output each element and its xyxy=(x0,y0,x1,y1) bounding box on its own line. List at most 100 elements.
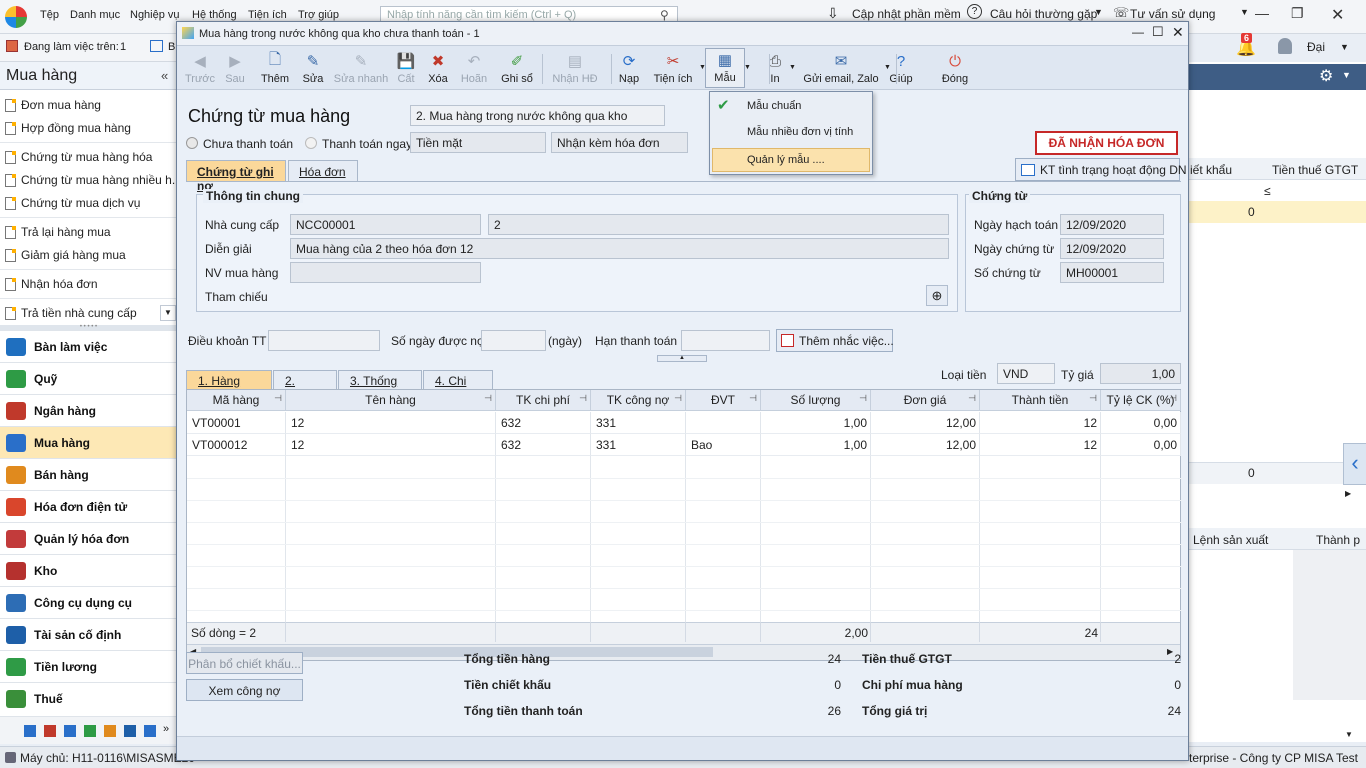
tab-costs[interactable]: 4. Chi phí xyxy=(423,370,493,402)
allocate-discount-button[interactable]: Phân bổ chiết khấu... xyxy=(186,652,303,674)
grid-cell[interactable]: 0,00 xyxy=(1101,412,1181,434)
search-icon[interactable]: ⚲ xyxy=(660,8,669,22)
chevron-down-icon[interactable]: ▼ xyxy=(1240,7,1249,17)
toolbar-button-delete[interactable]: ✖ Xóa xyxy=(421,48,455,88)
sidebar-link-pay-supplier[interactable]: Trả tiền nhà cung cấp xyxy=(5,306,137,320)
sidebar-link-return[interactable]: Trả lại hàng mua xyxy=(5,225,111,239)
payment-method-select[interactable]: Tiền mặt xyxy=(410,132,546,153)
shortcut-icon[interactable] xyxy=(104,725,116,737)
tab-goods-money[interactable]: 1. Hàng tiền xyxy=(186,370,272,402)
sidebar-module-item[interactable]: Bàn làm việc xyxy=(0,330,177,362)
user-avatar[interactable] xyxy=(1278,38,1292,54)
grid-column-header[interactable]: Tên hàng ⊣ xyxy=(286,390,496,411)
toolbar-button-post[interactable]: ✐ Ghi sổ xyxy=(497,48,537,88)
grid-cell[interactable]: 632 xyxy=(496,412,591,434)
toolbar-button-send[interactable]: ✉ Gửi email, Zalo xyxy=(799,48,883,88)
grid-column-header[interactable]: Đơn giá ⊣ xyxy=(871,390,980,411)
column-pin-icon[interactable]: ⊣ xyxy=(484,393,492,404)
column-pin-icon[interactable]: ⊣ xyxy=(968,393,976,404)
menu-file[interactable]: Tệp xyxy=(40,9,59,21)
sidebar-module-item[interactable]: Hóa đơn điện tử xyxy=(0,490,177,522)
shortcut-icon[interactable] xyxy=(124,725,136,737)
sidebar-module-item[interactable]: Tài sản cố định xyxy=(0,618,177,650)
faq-link[interactable]: Câu hỏi thường gặp xyxy=(990,7,1097,21)
consult-link[interactable]: Tư vấn sử dụng xyxy=(1130,7,1215,21)
grid-column-header[interactable]: Mã hàng ⊣ xyxy=(187,390,286,411)
toolbar-button-tools[interactable]: ✂ Tiện ích xyxy=(647,48,699,88)
grid-cell[interactable]: 331 xyxy=(591,434,686,456)
supplier-name-field[interactable]: 2 xyxy=(488,214,949,235)
column-pin-icon[interactable]: ⊣ xyxy=(1089,393,1097,404)
menu-item-multi-unit-template[interactable]: Mẫu nhiều đơn vị tính xyxy=(747,126,853,138)
sidebar-link-contract[interactable]: Hợp đồng mua hàng xyxy=(5,121,131,135)
buyer-field[interactable] xyxy=(290,262,481,283)
menu-operations[interactable]: Nghiệp vụ xyxy=(130,9,180,21)
tab-tax[interactable]: 2. Thuế xyxy=(273,370,337,402)
menu-item-manage-templates[interactable]: Quản lý mẫu .... xyxy=(712,148,870,172)
user-name[interactable]: Đại xyxy=(1307,40,1325,54)
toolbar-button-receive-invoice[interactable]: ▤ Nhận HĐ xyxy=(545,48,605,88)
close-icon[interactable]: ✕ xyxy=(1331,5,1344,25)
shortcut-icon[interactable] xyxy=(24,725,36,737)
toolbar-button-template[interactable]: ▦ Mẫu xyxy=(705,48,745,88)
update-icon[interactable]: ⇩ xyxy=(827,5,839,22)
description-field[interactable]: Mua hàng của 2 theo hóa đơn 12 xyxy=(290,238,949,259)
posting-date-field[interactable]: 12/09/2020 xyxy=(1060,214,1164,235)
chevron-down-icon[interactable]: ▼ xyxy=(1340,42,1349,52)
toolbar-button-edit-doc[interactable]: ✎ Sửa xyxy=(295,48,331,88)
column-pin-icon[interactable]: ⊣ xyxy=(579,393,587,404)
bg-scroll-right-icon[interactable]: ▶ xyxy=(1345,489,1351,498)
minimize-icon[interactable]: — xyxy=(1132,25,1144,39)
terms-field[interactable] xyxy=(268,330,380,351)
voucher-no-field[interactable]: MH00001 xyxy=(1060,262,1164,283)
credit-days-field[interactable] xyxy=(481,330,546,351)
toolbar-button-refresh[interactable]: ⟳ Nạp xyxy=(615,48,643,88)
grid-cell[interactable]: Bao xyxy=(686,434,761,456)
sidebar-module-item[interactable]: Mua hàng xyxy=(0,426,177,458)
shortcut-icon[interactable] xyxy=(144,725,156,737)
gear-icon[interactable]: ⚙ xyxy=(1319,66,1333,86)
more-icon[interactable]: » xyxy=(163,723,169,735)
sidebar-module-item[interactable]: Quỹ xyxy=(0,362,177,394)
tab-debit-voucher[interactable]: Chứng từ ghi nợ xyxy=(186,160,286,193)
bg-scroll-down-icon[interactable]: ▼ xyxy=(1345,730,1353,739)
grid-column-header[interactable]: Tỷ lệ CK (%) ⊣ xyxy=(1101,390,1181,411)
toolbar-button-power[interactable]: ⏻ Đóng xyxy=(937,48,973,88)
bg-filter-op[interactable]: ≤ xyxy=(1264,184,1271,198)
dropdown-arrow-icon[interactable]: ▼ xyxy=(789,64,796,71)
grid-cell[interactable]: 12 xyxy=(286,412,496,434)
toolbar-button-arrow-right[interactable]: ▶ Sau xyxy=(217,48,253,88)
menu-item-standard-template[interactable]: Mẫu chuẩn xyxy=(747,100,801,112)
sidebar-link-purchase-order[interactable]: Đơn mua hàng xyxy=(5,98,101,112)
grid-column-header[interactable]: TK công nợ ⊣ xyxy=(591,390,686,411)
sidebar-link-discount[interactable]: Giảm giá hàng mua xyxy=(5,248,126,262)
toolbar-button-add-doc[interactable]: 🗋 Thêm xyxy=(255,48,295,88)
grid-column-header[interactable]: Số lượng ⊣ xyxy=(761,390,871,411)
close-icon[interactable]: ✕ xyxy=(1172,24,1184,41)
sidebar-module-item[interactable]: Thuế xyxy=(0,682,177,714)
chevron-down-icon[interactable]: ▼ xyxy=(1094,7,1103,17)
sidebar-link-goods-voucher[interactable]: Chứng từ mua hàng hóa xyxy=(5,150,152,164)
shortcut-icon[interactable] xyxy=(64,725,76,737)
check-status-button[interactable]: KT tình trạng hoạt động DN xyxy=(1015,158,1187,181)
view-ledger-button[interactable]: Xem công nợ xyxy=(186,679,303,701)
restore-icon[interactable]: ❐ xyxy=(1291,5,1304,22)
menu-utilities[interactable]: Tiện ích xyxy=(248,9,287,21)
grid-column-header[interactable]: Thành tiền ⊣ xyxy=(980,390,1101,411)
grid-cell[interactable]: VT000012 xyxy=(187,434,286,456)
chevron-down-icon[interactable]: ▼ xyxy=(1342,70,1351,80)
sidebar-module-item[interactable]: Kho xyxy=(0,554,177,586)
currency-select[interactable]: VND xyxy=(997,363,1055,384)
column-pin-icon[interactable]: ⊣ xyxy=(859,393,867,404)
collapse-icon[interactable]: « xyxy=(161,68,168,83)
minimize-icon[interactable]: — xyxy=(1255,5,1269,21)
sidebar-module-item[interactable]: Bán hàng xyxy=(0,458,177,490)
rate-field[interactable]: 1,00 xyxy=(1100,363,1181,384)
toolbar-button-undo[interactable]: ↶ Hoãn xyxy=(455,48,493,88)
dropdown-arrow-icon[interactable]: ▼ xyxy=(744,64,751,71)
radio-unpaid[interactable] xyxy=(186,137,198,149)
toolbar-button-arrow-left[interactable]: ◀ Trước xyxy=(182,48,218,88)
grid-cell[interactable]: 12,00 xyxy=(871,434,980,456)
voucher-date-field[interactable]: 12/09/2020 xyxy=(1060,238,1164,259)
sidebar-module-item[interactable]: Ngân hàng xyxy=(0,394,177,426)
